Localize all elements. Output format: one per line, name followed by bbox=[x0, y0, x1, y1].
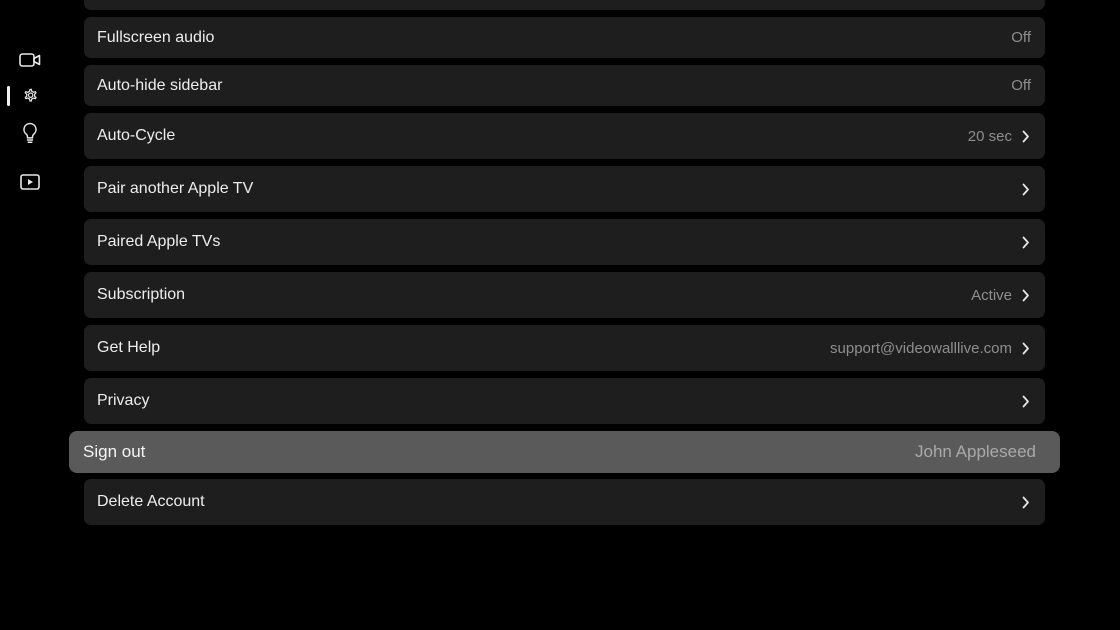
settings-row-label: Auto-hide sidebar bbox=[97, 76, 223, 94]
settings-row-label: Subscription bbox=[97, 286, 186, 303]
chevron-right-icon bbox=[1021, 495, 1031, 509]
settings-row-get-help[interactable]: Get Help support@videowalllive.com bbox=[84, 325, 1045, 371]
chevron-right-icon bbox=[1021, 129, 1031, 143]
gear-icon bbox=[20, 86, 40, 106]
sidebar-item-cameras[interactable] bbox=[18, 48, 42, 72]
settings-row-sign-out[interactable]: Sign out John Appleseed bbox=[69, 431, 1060, 473]
settings-row-label: Pair another Apple TV bbox=[97, 180, 254, 197]
lightbulb-icon bbox=[22, 122, 38, 144]
settings-row-value: 20 sec bbox=[967, 127, 1012, 145]
settings-row-value: Off bbox=[1011, 77, 1031, 94]
chevron-right-icon bbox=[1021, 394, 1031, 408]
settings-row-label: Privacy bbox=[97, 392, 150, 409]
settings-row-fullscreen-audio[interactable]: Fullscreen audio Off bbox=[84, 17, 1045, 58]
sidebar-item-playback[interactable] bbox=[18, 170, 42, 194]
settings-row-paired-apple-tvs[interactable]: Paired Apple TVs bbox=[84, 219, 1045, 265]
sidebar-selection-indicator bbox=[7, 86, 10, 106]
chevron-right-icon bbox=[1021, 341, 1031, 355]
settings-row-label: Get Help bbox=[97, 339, 161, 356]
sidebar-item-settings[interactable] bbox=[18, 84, 42, 108]
settings-row-auto-cycle[interactable]: Auto-Cycle 20 sec bbox=[84, 113, 1045, 159]
settings-row-value: John Appleseed bbox=[915, 442, 1036, 461]
settings-list: Fullscreen audio Off Auto-hide sidebar O… bbox=[69, 0, 1060, 630]
settings-row-label: Paired Apple TVs bbox=[97, 233, 221, 250]
play-icon bbox=[20, 174, 40, 190]
settings-row-label: Fullscreen audio bbox=[97, 28, 215, 46]
settings-row-label: Delete Account bbox=[97, 493, 205, 510]
settings-row-value: Active bbox=[971, 286, 1012, 304]
settings-row-partial[interactable] bbox=[84, 0, 1045, 10]
chevron-right-icon bbox=[1021, 288, 1031, 302]
settings-row-privacy[interactable]: Privacy bbox=[84, 378, 1045, 424]
settings-row-label: Sign out bbox=[83, 442, 146, 461]
settings-row-value: Off bbox=[1011, 29, 1031, 46]
settings-row-subscription[interactable]: Subscription Active bbox=[84, 272, 1045, 318]
chevron-right-icon bbox=[1021, 235, 1031, 249]
video-camera-icon bbox=[19, 52, 41, 68]
settings-row-pair-apple-tv[interactable]: Pair another Apple TV bbox=[84, 166, 1045, 212]
sidebar-item-tips[interactable] bbox=[18, 121, 42, 145]
sidebar bbox=[0, 0, 60, 630]
settings-row-label: Auto-Cycle bbox=[97, 127, 176, 144]
settings-row-delete-account[interactable]: Delete Account bbox=[84, 479, 1045, 525]
settings-row-auto-hide-sidebar[interactable]: Auto-hide sidebar Off bbox=[84, 65, 1045, 106]
chevron-right-icon bbox=[1021, 182, 1031, 196]
settings-row-value: support@videowalllive.com bbox=[830, 339, 1012, 357]
